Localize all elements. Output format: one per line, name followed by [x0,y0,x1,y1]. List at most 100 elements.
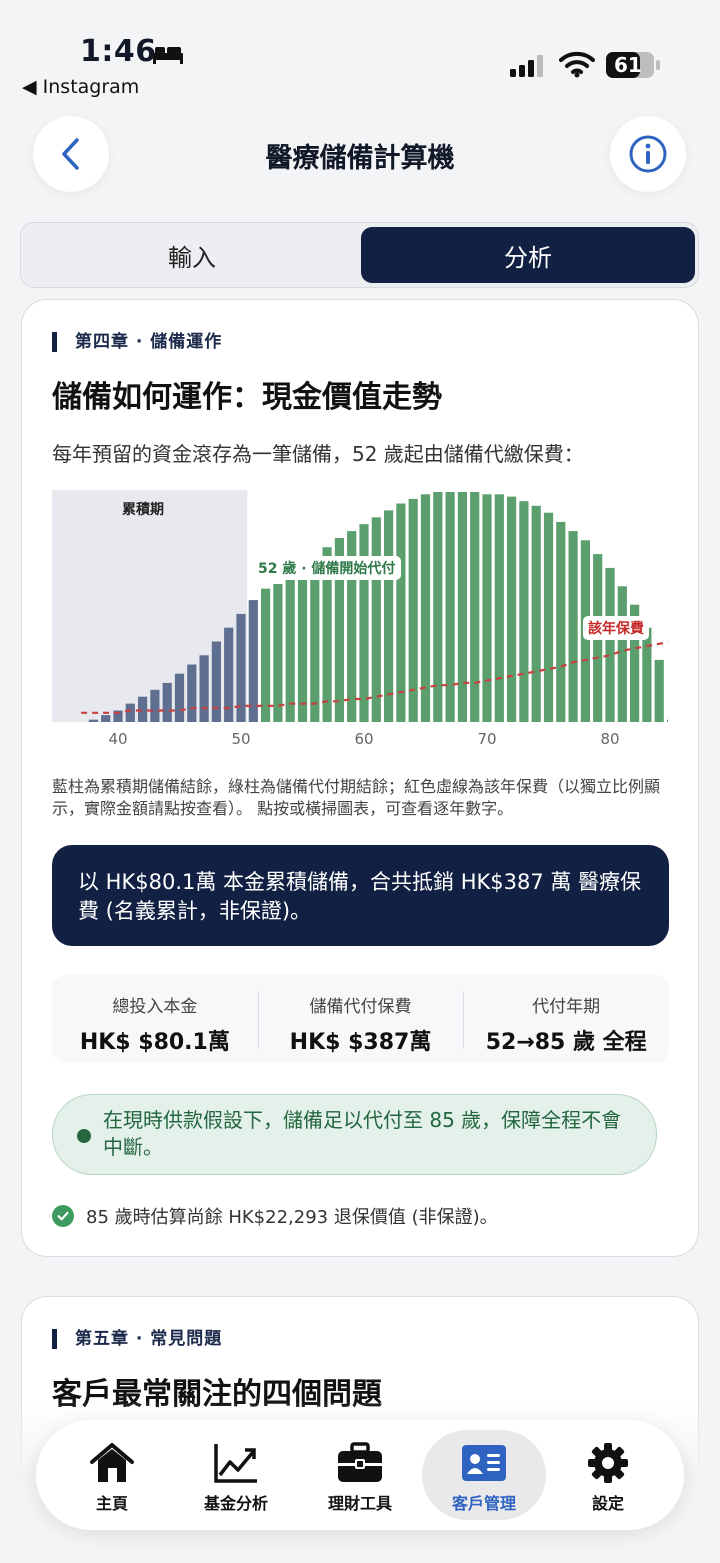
x-tick-label: 60 [354,730,374,748]
nav-label: 設定 [591,1494,624,1513]
nav-item-finance-tools[interactable]: 理財工具 [298,1430,422,1520]
surrender-value-text: 85 歲時估算尚餘 HK$22,293 退保價值 (非保證)。 [86,1207,498,1228]
chart-bar[interactable] [211,641,221,723]
chart-bar[interactable] [396,503,406,723]
intro-text: 每年預留的資金滾存為一筆儲備，52 歲起由儲備代繳保費： [52,442,584,466]
chart-bar[interactable] [199,655,209,722]
battery-indicator: 61 [606,52,660,78]
chart-bar[interactable] [482,494,492,722]
tab-analysis[interactable]: 分析 [361,227,695,283]
chart-bar[interactable] [150,689,160,722]
x-tick-label: 40 [108,730,128,748]
stat-premium-paid: 儲備代付保費 HK$ $387萬 [257,975,464,1063]
chart-bar[interactable] [88,719,98,722]
stat-payout-period: 代付年期 52→85 歲 全程 [463,975,669,1063]
chart-bar[interactable] [261,588,271,722]
stat-label: 總投入本金 [112,997,198,1017]
accumulation-phase-label: 累積期 [122,502,164,518]
status-bar: 1:46 ◀ Instagram 61 [0,0,720,100]
chart-bar[interactable] [248,600,258,722]
stat-value: 52→85 歲 全程 [485,1030,647,1055]
bottom-tab-bar: 主頁 基金分析 理財工具 客戶管理 設定 [36,1420,684,1530]
payout-start-annotation: 52 歲 · 儲備開始代付 [252,556,402,580]
chart-bar[interactable] [273,584,283,722]
check-circle-icon [52,1205,74,1227]
premium-line-annotation: 該年保費 [583,616,649,640]
stat-label: 代付年期 [532,997,601,1017]
x-tick-label: 50 [231,730,251,748]
nav-item-home[interactable]: 主頁 [50,1430,174,1520]
chart-bar[interactable] [654,659,664,722]
stat-value: HK$ $80.1萬 [79,1030,230,1055]
summary-banner: 以 HK$80.1萬 本金累積儲備，合共抵銷 HK$387 萬 醫療保費 (名義… [52,845,669,946]
home-icon [90,1443,134,1482]
cellular-signal-icon [510,55,543,77]
chart-bar[interactable] [642,627,652,722]
key-stats: 總投入本金 HK$ $80.1萬 儲備代付保費 HK$ $387萬 代付年期 5… [52,975,669,1063]
stat-value: HK$ $387萬 [289,1030,432,1055]
chart-bar[interactable] [125,703,135,722]
cash-value-chart[interactable]: 累積期 52 歲 · 儲備開始代付 該年保費 40 50 60 70 80 [52,490,668,752]
chart-bar[interactable] [543,512,554,722]
chart-bar[interactable] [359,524,369,722]
stat-total-principal: 總投入本金 HK$ $80.1萬 [52,975,258,1063]
nav-label: 客戶管理 [451,1494,516,1513]
nav-item-settings[interactable]: 設定 [546,1430,670,1520]
stat-label: 儲備代付保費 [309,997,412,1017]
chart-bar[interactable] [433,492,443,722]
chart-bar[interactable] [617,586,627,722]
chart-bar[interactable] [568,531,578,722]
nav-label: 理財工具 [327,1494,392,1513]
chart-icon [214,1444,257,1483]
sleep-focus-icon [153,47,183,64]
info-button[interactable] [610,116,686,192]
section-title: 儲備如何運作：現金價值走勢 [52,380,442,415]
briefcase-icon [338,1442,382,1482]
status-dot-icon [77,1129,91,1143]
chart-bar[interactable] [187,664,197,723]
input-analysis-tabs: 輸入 分析 [20,222,699,288]
chart-legend-note: 藍柱為累積期儲備結餘，綠柱為儲備代付期結餘；紅色虛線為該年保費（以獨立比例顯示，… [52,777,661,818]
wifi-icon [559,51,595,78]
surrender-value-note: 85 歲時估算尚餘 HK$22,293 退保價值 (非保證)。 [52,1203,498,1229]
nav-item-client-management[interactable]: 客戶管理 [422,1430,546,1520]
chart-bar[interactable] [285,572,295,723]
contact-card-icon [462,1445,506,1481]
chart-bar[interactable] [310,556,320,722]
status-time: 1:46 [80,34,157,69]
chapter-label: 第五章 · 常見問題 [52,1329,222,1349]
chart-bar[interactable] [470,492,480,722]
tab-input[interactable]: 輸入 [25,227,359,283]
chart-bar[interactable] [384,510,394,722]
back-to-app-link[interactable]: ◀ Instagram [22,76,139,98]
nav-item-fund-analysis[interactable]: 基金分析 [174,1430,298,1520]
nav-label: 基金分析 [203,1494,268,1513]
chart-bar[interactable] [138,696,148,722]
chart-bar[interactable] [556,521,566,722]
nav-label: 主頁 [95,1494,128,1513]
chart-bar[interactable] [494,494,504,722]
gear-icon [588,1443,628,1483]
x-tick-label: 70 [477,730,497,748]
chart-bar[interactable] [445,492,455,722]
chart-plot[interactable] [52,490,668,730]
chart-bar[interactable] [162,682,172,722]
chart-bar[interactable] [507,496,517,722]
reserve-operation-card: 第四章 · 儲備運作 儲備如何運作：現金價值走勢 每年預留的資金滾存為一筆儲備，… [21,299,699,1257]
battery-percent: 61 [614,53,642,77]
chart-bar[interactable] [457,492,467,722]
chart-bar[interactable] [605,567,615,722]
info-icon [629,135,667,173]
chapter-label: 第四章 · 儲備運作 [52,332,222,352]
chart-bar[interactable] [519,501,529,722]
chart-bar[interactable] [297,565,308,722]
chart-bar[interactable] [174,673,185,722]
x-tick-label: 80 [600,730,620,748]
coverage-status-text: 在現時供款假設下，儲備足以代付至 85 歲，保障全程不會中斷。 [103,1108,622,1159]
chart-bar[interactable] [371,517,381,722]
chart-bar[interactable] [101,715,111,722]
chart-bar[interactable] [408,498,418,722]
chart-bar[interactable] [666,719,668,722]
chart-bar[interactable] [531,505,541,722]
coverage-status-pill: 在現時供款假設下，儲備足以代付至 85 歲，保障全程不會中斷。 [52,1094,657,1175]
